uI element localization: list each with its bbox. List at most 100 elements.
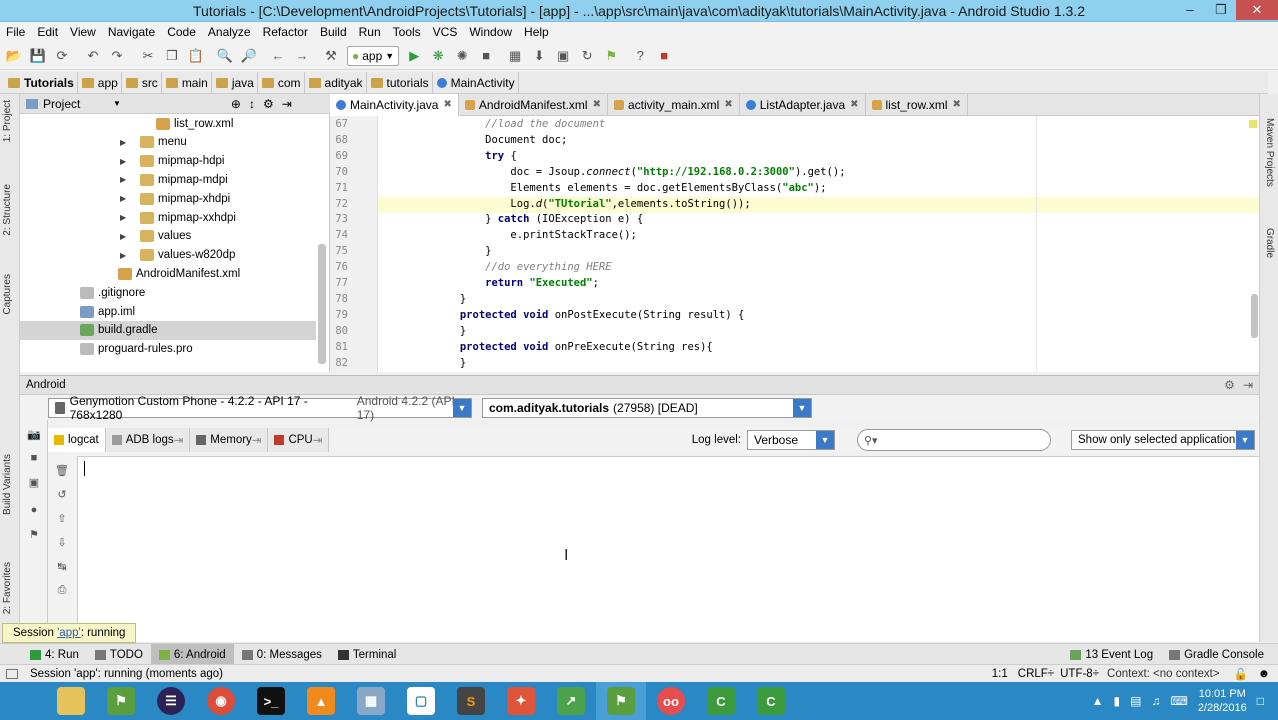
breadcrumb-item[interactable]: tutorials — [367, 71, 433, 94]
chevron-down-icon[interactable]: ▼ — [113, 99, 121, 108]
close-icon[interactable]: ✖ — [593, 99, 601, 110]
logcat-search[interactable]: ⚲▾ — [857, 429, 1051, 451]
process-select[interactable]: com.adityak.tutorials (27958) [DEAD] ▼ — [482, 398, 812, 418]
taskbar-app-window[interactable]: ▢ — [396, 682, 446, 720]
attach-debugger-icon[interactable]: ✺ — [451, 45, 473, 67]
project-structure-icon[interactable]: ▦ — [504, 45, 526, 67]
close-icon[interactable]: ✖ — [443, 99, 451, 110]
status-icon[interactable] — [6, 668, 18, 679]
bottom-tab-terminal[interactable]: Terminal — [330, 644, 404, 666]
tree-expand-icon[interactable]: ▶ — [120, 157, 130, 166]
device-select[interactable]: Genymotion Custom Phone - 4.2.2 - API 17… — [48, 394, 472, 422]
pin-icon[interactable]: ⇥ — [174, 433, 184, 447]
close-icon[interactable]: ✖ — [724, 99, 732, 110]
cut-icon[interactable]: ✂ — [137, 45, 159, 67]
tree-expand-icon[interactable]: ▶ — [120, 194, 130, 203]
menu-code[interactable]: Code — [161, 22, 202, 42]
network-icon[interactable]: ▤ — [1130, 694, 1141, 708]
menu-navigate[interactable]: Navigate — [102, 22, 161, 42]
taskbar-sublime[interactable]: S — [446, 682, 496, 720]
tree-expand-icon[interactable]: ▶ — [120, 232, 130, 241]
logcat-tab-logcat[interactable]: logcat — [48, 428, 106, 452]
minimize-button[interactable]: – — [1174, 0, 1206, 20]
taskbar-chart[interactable]: ↗ — [546, 682, 596, 720]
volume-icon[interactable]: ♫ — [1151, 694, 1160, 708]
tree-item[interactable]: ▶ menu — [20, 133, 316, 152]
tab-list-row-xml[interactable]: list_row.xml ✖ — [866, 93, 968, 116]
collapse-icon[interactable]: ⊕ — [231, 97, 241, 111]
save-icon[interactable]: 💾 — [27, 45, 49, 67]
tree-item[interactable]: ▶ mipmap-hdpi — [20, 152, 316, 171]
find-icon[interactable]: 🔍 — [214, 45, 236, 67]
taskbar-explorer[interactable] — [46, 682, 96, 720]
line-separator[interactable]: CRLF÷ — [1018, 668, 1054, 680]
breadcrumb-item[interactable]: MainActivity — [433, 71, 519, 94]
help-icon[interactable]: ? — [629, 45, 651, 67]
menu-help[interactable]: Help — [518, 22, 555, 42]
gear-icon[interactable]: ⚙ — [263, 97, 274, 111]
gradle-tool-tab[interactable]: Gradle — [1264, 228, 1275, 258]
bottom-tab-6-android[interactable]: 6: Android — [150, 643, 234, 666]
session-link[interactable]: 'app' — [57, 627, 81, 639]
inspector-icon[interactable]: ☻ — [1258, 668, 1270, 680]
tree-item[interactable]: app.iml — [20, 302, 316, 321]
tree-item[interactable]: ▶ values — [20, 227, 316, 246]
undo-icon[interactable]: ↶ — [82, 45, 104, 67]
tree-item[interactable]: proguard-rules.pro — [20, 340, 316, 359]
soft-wrap-icon[interactable]: ↹ — [54, 560, 70, 574]
sdk-manager-icon[interactable]: ⬇ — [528, 45, 550, 67]
print-icon[interactable]: ⎙ — [54, 584, 70, 598]
taskbar-calculator[interactable]: ▦ — [346, 682, 396, 720]
menu-view[interactable]: View — [64, 22, 102, 42]
taskbar-eclipse[interactable]: ☰ — [146, 682, 196, 720]
context[interactable]: Context: <no context> — [1107, 668, 1220, 680]
taskbar-genymotion[interactable]: oo — [646, 682, 696, 720]
scroll-to-source-icon[interactable]: ↕ — [249, 97, 255, 111]
tree-item[interactable]: list_row.xml — [20, 114, 316, 133]
tree-item[interactable]: ▶ mipmap-xxhdpi — [20, 208, 316, 227]
tree-item[interactable]: AndroidManifest.xml — [20, 264, 316, 283]
back-icon[interactable]: ← — [267, 45, 289, 67]
logcat-tab-cpu[interactable]: CPU ⇥ — [268, 428, 330, 452]
pin-icon[interactable]: ⇥ — [313, 433, 323, 447]
bottom-tab-todo[interactable]: TODO — [87, 644, 151, 666]
taskbar-vlc[interactable]: ▲ — [296, 682, 346, 720]
search-input[interactable] — [881, 434, 1032, 446]
genymotion-icon[interactable]: ■ — [653, 45, 675, 67]
breadcrumb-item[interactable]: Tutorials — [4, 71, 78, 94]
redo-icon[interactable]: ↷ — [106, 45, 128, 67]
close-icon[interactable]: ✖ — [850, 99, 858, 110]
open-icon[interactable]: 📂 — [3, 45, 25, 67]
lock-icon[interactable]: 🔓 — [1234, 667, 1248, 681]
clock[interactable]: 10:01 PM 2/28/2016 — [1198, 687, 1247, 715]
menu-file[interactable]: File — [0, 22, 31, 42]
project-scrollbar[interactable] — [318, 244, 326, 364]
record-icon[interactable]: ● — [26, 504, 42, 518]
stop-icon[interactable]: ■ — [475, 45, 497, 67]
run-icon[interactable]: ▶ — [403, 45, 425, 67]
breadcrumb-item[interactable]: adityak — [305, 71, 367, 94]
tree-expand-icon[interactable]: ▶ — [120, 251, 130, 260]
copy-icon[interactable]: ❐ — [161, 45, 183, 67]
breadcrumb-item[interactable]: com — [258, 71, 305, 94]
start-button[interactable] — [0, 682, 46, 720]
stop-icon[interactable]: ■ — [26, 452, 42, 466]
logcat-tab-adb-logs[interactable]: ADB logs ⇥ — [105, 428, 191, 452]
bottom-tab-gradle-console[interactable]: Gradle Console — [1161, 644, 1272, 666]
tree-item[interactable]: ▶ mipmap-xhdpi — [20, 189, 316, 208]
taskbar-camtasia-1[interactable]: C — [696, 682, 746, 720]
logcat-tab-memory[interactable]: Memory ⇥ — [190, 428, 269, 452]
tray-chevron-icon[interactable]: ▲ — [1092, 694, 1104, 708]
hide-icon[interactable]: ⇥ — [1243, 378, 1253, 392]
menu-edit[interactable]: Edit — [31, 22, 64, 42]
tree-expand-icon[interactable]: ▶ — [120, 213, 130, 222]
taskbar-git[interactable]: ✦ — [496, 682, 546, 720]
tab-mainactivity-java[interactable]: MainActivity.java ✖ — [330, 93, 459, 116]
close-button[interactable]: ✕ — [1236, 0, 1278, 20]
favorites-tool-tab[interactable]: 2: Favorites — [2, 562, 13, 614]
debug-icon[interactable]: ❋ — [427, 45, 449, 67]
menu-analyze[interactable]: Analyze — [202, 22, 257, 42]
gear-icon[interactable]: ⚙ — [1224, 378, 1235, 392]
taskbar-android-studio-1[interactable]: ⚑ — [96, 682, 146, 720]
forward-icon[interactable]: → — [291, 45, 313, 67]
